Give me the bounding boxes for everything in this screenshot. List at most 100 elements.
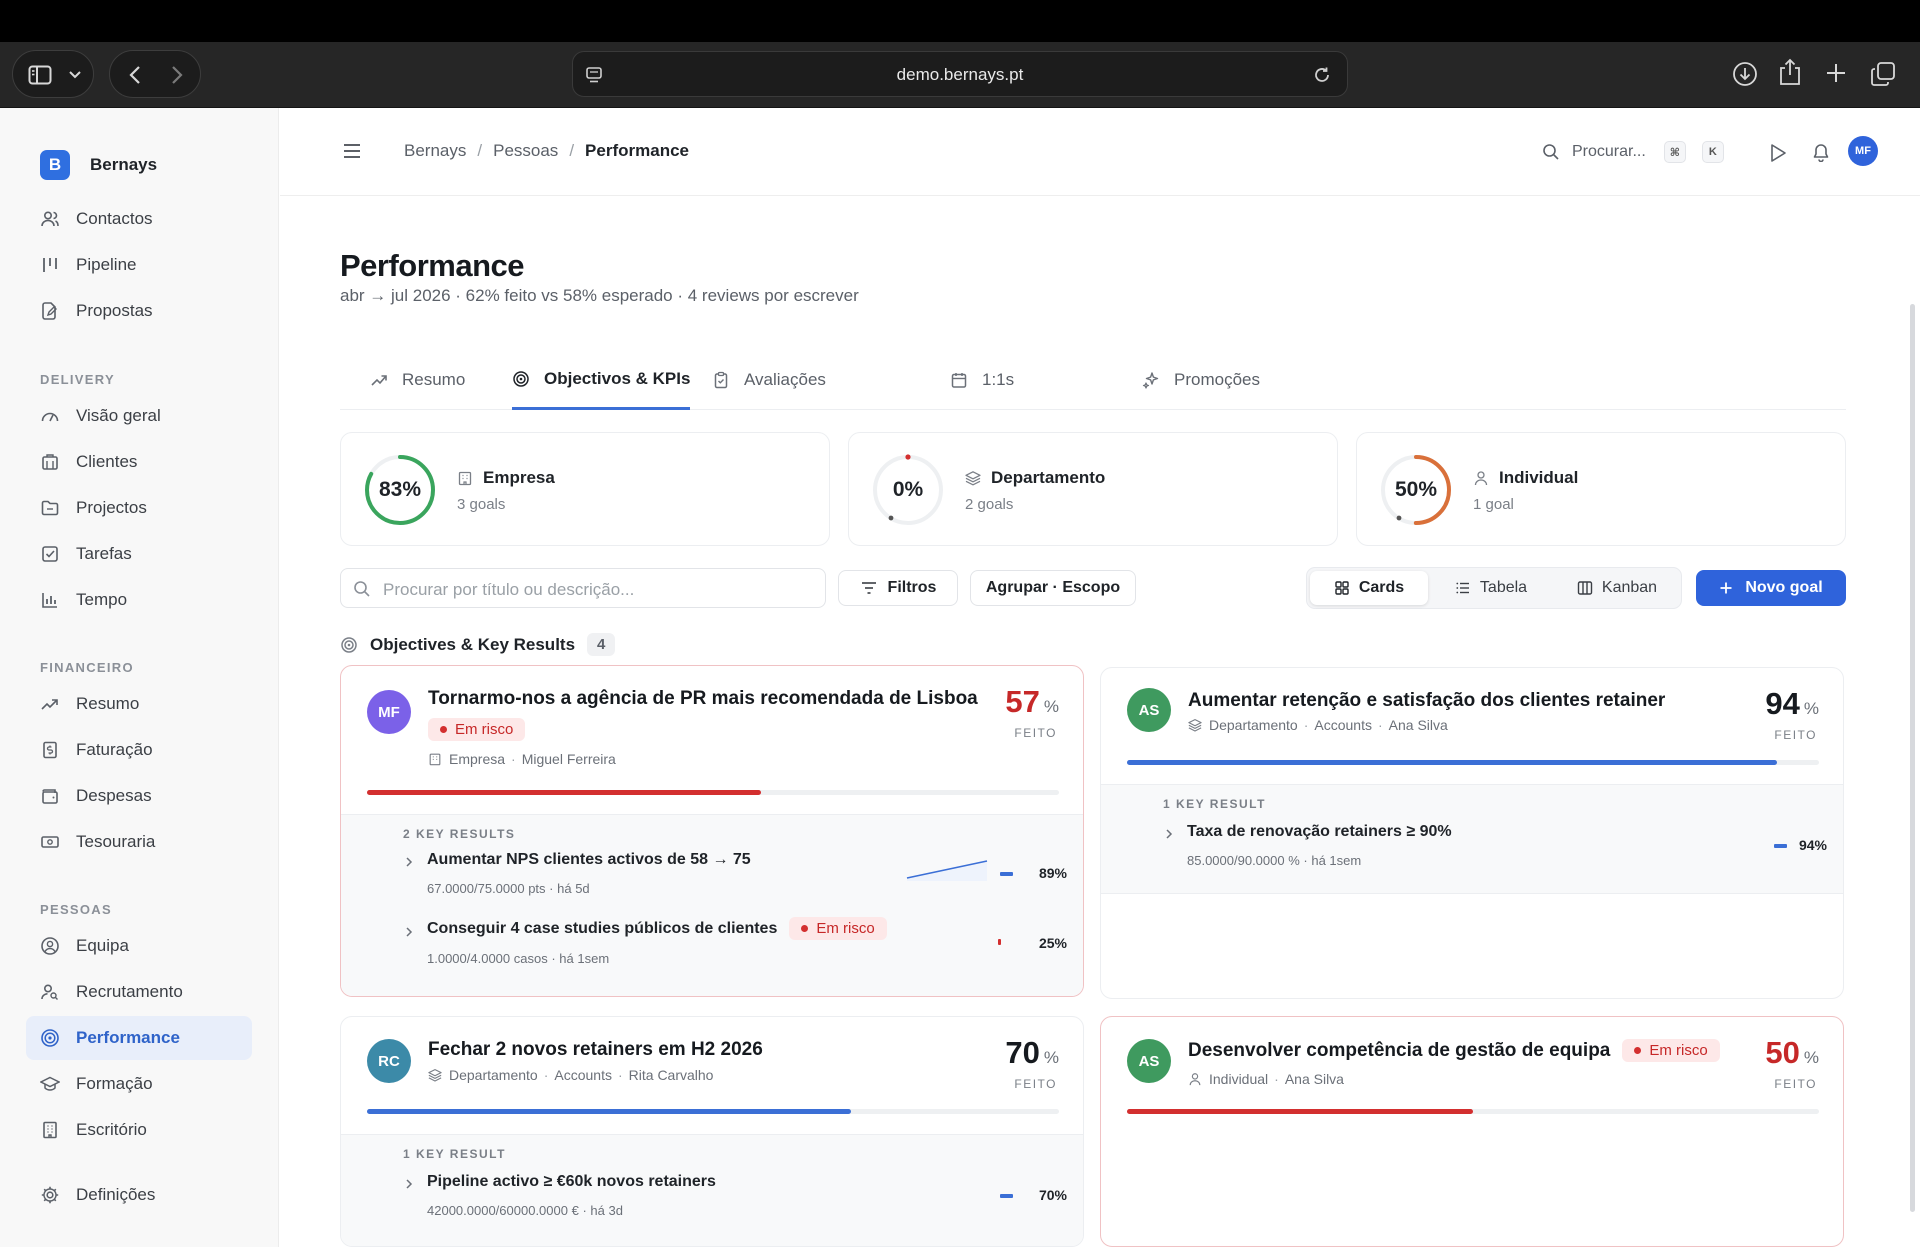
- key-result-row[interactable]: Conseguir 4 case studies públicos de cli…: [403, 917, 1067, 973]
- tab-group-dropdown[interactable]: [63, 51, 87, 99]
- breadcrumb-bernays[interactable]: Bernays: [404, 141, 466, 161]
- key-results-section: 2 KEY RESULTS Aumentar NPS clientes acti…: [341, 814, 1083, 996]
- sidebar-item-propostas[interactable]: Propostas: [26, 289, 252, 333]
- view-kanban-button[interactable]: Kanban: [1555, 571, 1679, 605]
- user-circle-icon: [40, 936, 60, 956]
- breadcrumb-pessoas[interactable]: Pessoas: [493, 141, 558, 161]
- sidebar-item-equipa[interactable]: Equipa: [26, 924, 252, 968]
- sidebar-item-tempo[interactable]: Tempo: [26, 578, 252, 622]
- key-result-updated: há 5d: [557, 881, 590, 896]
- goal-card[interactable]: AS Desenvolver competência de gestão de …: [1100, 1016, 1844, 1247]
- goal-search-input[interactable]: Procurar por título ou descrição...: [340, 568, 826, 608]
- brand-name: Bernays: [90, 155, 158, 174]
- goal-percent-value: 70: [1005, 1035, 1040, 1070]
- kbd-k: K: [1701, 141, 1724, 163]
- new-goal-button[interactable]: Novo goal: [1696, 570, 1846, 606]
- sidebar-item-pipeline[interactable]: Pipeline: [26, 243, 252, 287]
- key-result-row[interactable]: Aumentar NPS clientes activos de 58 → 75…: [403, 851, 1067, 903]
- scope-card-empresa[interactable]: 83% Empresa 3 goals: [340, 432, 830, 546]
- global-search[interactable]: Procurar... ⌘ K: [1542, 136, 1724, 168]
- filters-button[interactable]: Filtros: [838, 570, 958, 606]
- goal-card[interactable]: MF Tornarmo-nos a agência de PR mais rec…: [340, 665, 1084, 997]
- chevron-right-icon[interactable]: [403, 925, 415, 939]
- scope-card-individual[interactable]: 50% Individual 1 goal: [1356, 432, 1846, 546]
- sidebar-item-performance[interactable]: Performance: [26, 1016, 252, 1060]
- view-label: Kanban: [1601, 579, 1658, 596]
- group-by-button[interactable]: Agrupar · Escopo: [970, 570, 1136, 606]
- view-cards-button[interactable]: Cards: [1310, 571, 1428, 605]
- sidebar-toggle-button[interactable]: [23, 51, 57, 99]
- sidebar-item-escritorio[interactable]: Escritório: [26, 1108, 252, 1152]
- goal-percent-value: 57: [1005, 684, 1040, 719]
- key-result-marker: [998, 939, 1001, 945]
- scope-card-departamento[interactable]: 0% Departamento 2 goals: [848, 432, 1338, 546]
- gear-icon: [40, 1185, 60, 1205]
- goal-title[interactable]: Fechar 2 novos retainers em H2 2026: [428, 1039, 763, 1061]
- tab-1on1s[interactable]: 1:1s: [950, 350, 1014, 410]
- sidebar-item-resumo[interactable]: Resumo: [26, 682, 252, 726]
- meta-separator: ·: [1303, 717, 1309, 733]
- forward-button[interactable]: [160, 51, 194, 99]
- goal-scope: Departamento: [1209, 717, 1298, 733]
- tab-resumo[interactable]: Resumo: [370, 350, 465, 410]
- sidebar-item-despesas[interactable]: Despesas: [26, 774, 252, 818]
- building-icon: [428, 752, 442, 766]
- chevron-right-icon[interactable]: [403, 855, 415, 869]
- address-bar[interactable]: demo.bernays.pt: [572, 51, 1348, 97]
- risk-badge-label: Em risco: [455, 721, 514, 738]
- page-subtitle: abr → jul 2026 · 62% feito vs 58% espera…: [340, 286, 859, 305]
- goal-title[interactable]: Aumentar retenção e satisfação dos clien…: [1188, 690, 1665, 712]
- chevron-right-icon[interactable]: [1163, 827, 1175, 841]
- sidebar-item-tesouraria[interactable]: Tesouraria: [26, 820, 252, 864]
- user-avatar[interactable]: MF: [1848, 136, 1878, 166]
- scope-name-text: Departamento: [991, 468, 1106, 487]
- goal-progress-fill: [367, 1109, 852, 1114]
- meta-separator: ·: [547, 951, 560, 966]
- owner-avatar: MF: [367, 690, 411, 734]
- sidebar-item-tarefas[interactable]: Tarefas: [26, 532, 252, 576]
- sidebar-item-recrutamento[interactable]: Recrutamento: [26, 970, 252, 1014]
- brand[interactable]: B Bernays: [40, 150, 157, 180]
- reload-icon[interactable]: [1313, 66, 1331, 84]
- sidebar-item-formacao[interactable]: Formação: [26, 1062, 252, 1106]
- users-icon: [40, 209, 60, 229]
- tab-objectivos-kpis[interactable]: Objectivos & KPIs: [512, 350, 691, 410]
- meta-separator: ·: [1274, 1071, 1279, 1087]
- sidebar-item-projectos[interactable]: Projectos: [26, 486, 252, 530]
- target-icon: [40, 1028, 60, 1048]
- tab-label: Avaliações: [744, 370, 826, 389]
- new-tab-icon[interactable]: [1824, 61, 1848, 85]
- bell-icon[interactable]: [1811, 142, 1831, 162]
- goal-card[interactable]: RC Fechar 2 novos retainers em H2 2026 D…: [340, 1016, 1084, 1247]
- download-icon[interactable]: [1732, 61, 1758, 87]
- key-result-row[interactable]: Taxa de renovação retainers ≥ 90% 85.000…: [1163, 823, 1827, 875]
- goal-card[interactable]: AS Aumentar retenção e satisfação dos cl…: [1100, 667, 1844, 999]
- goal-progress-fill: [367, 790, 762, 795]
- sidebar-item-label: Visão geral: [76, 406, 161, 425]
- sidebar-item-visao-geral[interactable]: Visão geral: [26, 394, 252, 438]
- sidebar-item-contactos[interactable]: Contactos: [26, 197, 252, 241]
- chevron-right-icon[interactable]: [403, 1177, 415, 1191]
- key-result-row[interactable]: Pipeline activo ≥ €60k novos retainers 4…: [403, 1173, 1067, 1225]
- key-result-marker: [1000, 872, 1013, 876]
- goal-owner: Miguel Ferreira: [521, 751, 616, 767]
- tab-overview-icon[interactable]: [1870, 61, 1896, 87]
- sidebar-item-faturacao[interactable]: Faturação: [26, 728, 252, 772]
- new-goal-label: Novo goal: [1745, 579, 1823, 596]
- scrollbar[interactable]: [1910, 304, 1915, 1212]
- tab-avaliacoes[interactable]: Avaliações: [712, 350, 826, 410]
- sidebar-item-definicoes[interactable]: Definições: [26, 1173, 252, 1217]
- goal-title[interactable]: Tornarmo-nos a agência de PR mais recome…: [428, 688, 978, 710]
- tab-promocoes[interactable]: Promoções: [1142, 350, 1260, 410]
- share-icon[interactable]: [1778, 58, 1802, 86]
- key-result-title-text: Conseguir 4 case studies públicos de cli…: [427, 919, 778, 937]
- menu-icon[interactable]: [342, 142, 362, 160]
- key-result-value: 85.0000/90.0000 %: [1187, 853, 1300, 868]
- goal-title[interactable]: Desenvolver competência de gestão de equ…: [1188, 1039, 1720, 1062]
- goal-status: Em risco: [428, 718, 526, 741]
- play-icon[interactable]: [1769, 143, 1787, 163]
- view-table-button[interactable]: Tabela: [1431, 571, 1551, 605]
- back-button[interactable]: [118, 51, 152, 99]
- sidebar-item-clientes[interactable]: Clientes: [26, 440, 252, 484]
- goal-owner: Ana Silva: [1284, 1071, 1344, 1087]
